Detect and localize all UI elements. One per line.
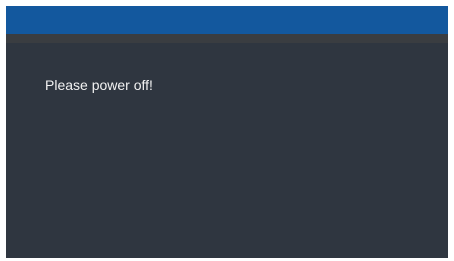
dialog-content: Please power off! [6,43,448,258]
dialog-title-bar [6,6,448,34]
title-bar-divider [6,34,448,43]
power-off-message: Please power off! [45,77,153,93]
power-off-dialog: Please power off! [6,6,448,258]
